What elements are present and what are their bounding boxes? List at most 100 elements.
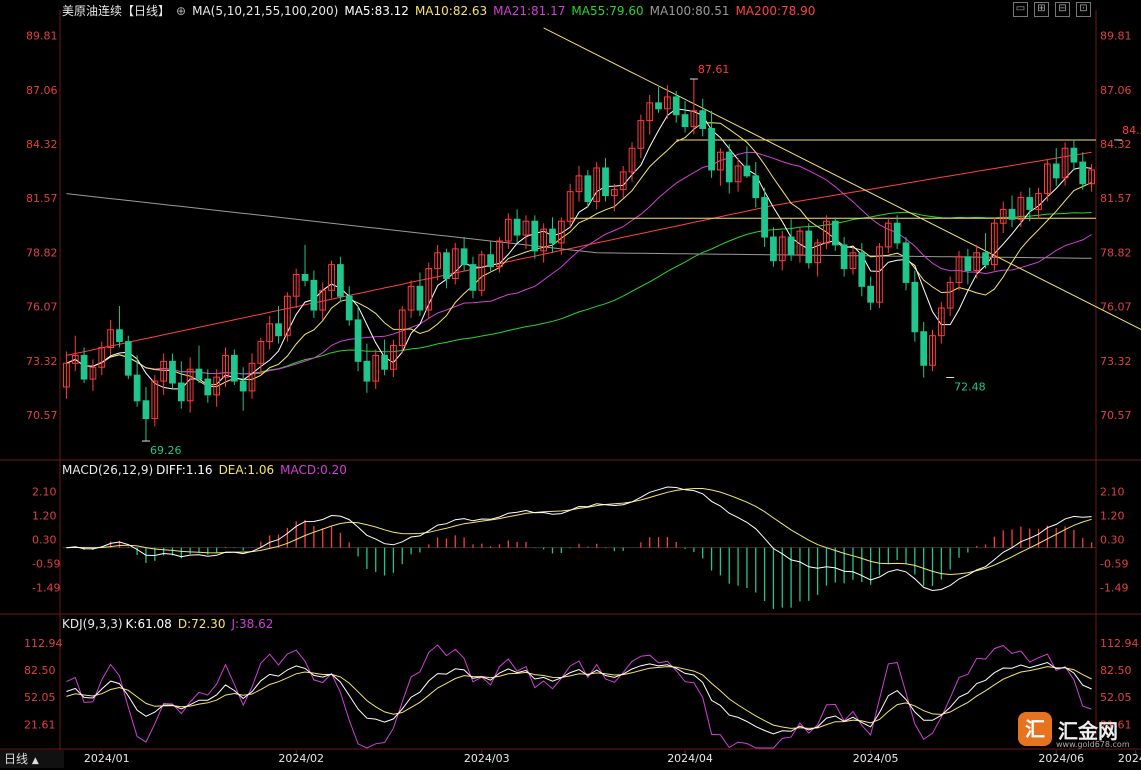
candle-body [443,252,450,279]
kdj-k: K:61.08 [125,617,172,631]
price-header: 美原油连续【日线】 ⊕ MA(5,10,21,55,100,200) MA5:83.1… [62,3,821,19]
macd-tick-label-right: 0.30 [1100,534,1125,547]
macd-tick-label-right: -0.59 [1100,557,1128,570]
ma21-value: MA21:81.17 [493,4,566,18]
kdj-tick-label-left: 52.05 [24,691,56,704]
macd-tick-label-right: 2.10 [1100,485,1125,498]
price-tick-label-left: 84.32 [26,138,58,151]
candle-body [337,264,344,297]
candle-body [1052,163,1060,179]
candle-body [805,230,813,264]
candle-body [381,354,388,370]
price-tick-label-left: 87.06 [26,84,58,97]
candle-body [911,281,919,333]
ma10-value: MA10:82.63 [414,4,488,18]
candle-body [699,110,707,130]
x-tick-label: 2024/05 [853,752,899,765]
macd-tick-label-left: -1.49 [32,582,60,595]
kdj-tick-label-left: 82.50 [24,664,56,677]
candle-body [230,354,238,382]
price-tick-label-left: 89.81 [26,30,58,43]
split-icon[interactable]: ⊟ [1055,2,1070,17]
candle-body [416,285,424,311]
candle-body [743,165,751,177]
x-tick-label: 2024/03 [464,752,510,765]
candle-body [460,248,468,266]
x-tick-label: 2024/07 [1118,752,1141,765]
candle-body [513,218,521,236]
macd-tick-label-right: -1.49 [1100,582,1128,595]
price-annotation: 87.61 [698,63,730,76]
candle-body [531,220,539,252]
period-tab[interactable]: 日线 ▲ [0,750,64,768]
candle-body [1070,147,1078,163]
price-annotation: 84.52 [1122,124,1141,137]
macd-diff-line [66,486,1092,592]
kdj-j: J:38.62 [231,617,274,631]
macd-tick-label-right: 1.20 [1100,510,1125,523]
macd-diff: DIFF:1.16 [156,463,213,477]
candle-body [363,360,371,382]
maximize-icon[interactable]: ⊡ [1076,2,1091,17]
candle-body [133,374,141,402]
x-tick-label: 2024/02 [278,752,324,765]
ma55-line [66,211,1092,375]
price-tick-label-right: 73.32 [1100,355,1132,368]
trend-line [543,27,1141,330]
candle-body [204,378,212,396]
kdj-d: D:72.30 [177,617,226,631]
candle-body [1079,161,1087,185]
candle-body [345,295,353,321]
macd-header: MACD(26,12,9) DIFF:1.16 DEA:1.06 MACD:0.20 [62,462,353,478]
grid-icon[interactable]: ⊞ [1034,2,1049,17]
ma100-value: MA100:80.51 [649,4,730,18]
ma5-value: MA5:83.12 [344,4,409,18]
instrument-title: 美原油连续 [62,4,123,18]
price-tick-label-left: 70.57 [26,409,58,422]
candle-body [867,285,875,303]
kdj-tick-label-left: 21.61 [24,718,56,731]
candle-body [301,274,309,281]
candle-body [1008,208,1016,220]
kdj-j-line [66,644,1092,749]
macd-value: MACD:0.20 [280,463,347,477]
kdj-tick-label-right: 82.50 [1100,664,1132,677]
candle-body [708,128,715,171]
price-tick-label-right: 89.81 [1100,30,1132,43]
caret-up-icon: ▲ [31,756,39,766]
settings-icon[interactable]: ⊕ [176,4,186,18]
x-tick-label: 2024/04 [667,752,713,765]
price-tick-label-right: 78.82 [1100,246,1132,259]
candle-body [310,279,318,311]
ma5-line [66,108,1092,390]
candle-body [124,341,132,376]
candle-body [858,252,866,287]
candle-body [761,197,768,238]
period-label: 【日线】 [122,4,171,18]
candle-body [831,220,839,246]
chart-canvas[interactable]: 89.81 89.8187.06 87.0684.32 84.3281.57 81.57… [0,0,1141,768]
candle-body [169,360,176,384]
candle-body [920,331,928,366]
ma200-value: MA200:78.90 [735,4,816,18]
macd-tick-label-left: 2.10 [32,485,57,498]
kdj-name: KDJ(9,3,3) [62,617,123,631]
restore-icon[interactable]: ▭ [1013,2,1028,17]
candle-body [672,96,680,116]
candle-body [487,254,494,268]
candle-body [752,175,760,199]
macd-dea: DEA:1.06 [218,463,275,477]
candle-body [602,167,609,197]
candle-body [80,354,88,380]
macd-name: MACD(26,12,9) [62,463,154,477]
macd-tick-label-left: -0.59 [32,557,60,570]
logo-mark: 汇 [1018,712,1052,746]
window-controls: ▭ ⊞ ⊟ ⊡ [1013,2,1091,17]
candle-body [770,236,777,262]
logo-url: www.gold678.com [1056,740,1130,749]
price-tick-label-left: 78.82 [26,246,58,259]
candle-body [584,175,592,203]
ma100-line [66,193,1092,259]
price-annotation: 72.48 [954,381,986,394]
period-tab-label: 日线 [4,752,29,766]
